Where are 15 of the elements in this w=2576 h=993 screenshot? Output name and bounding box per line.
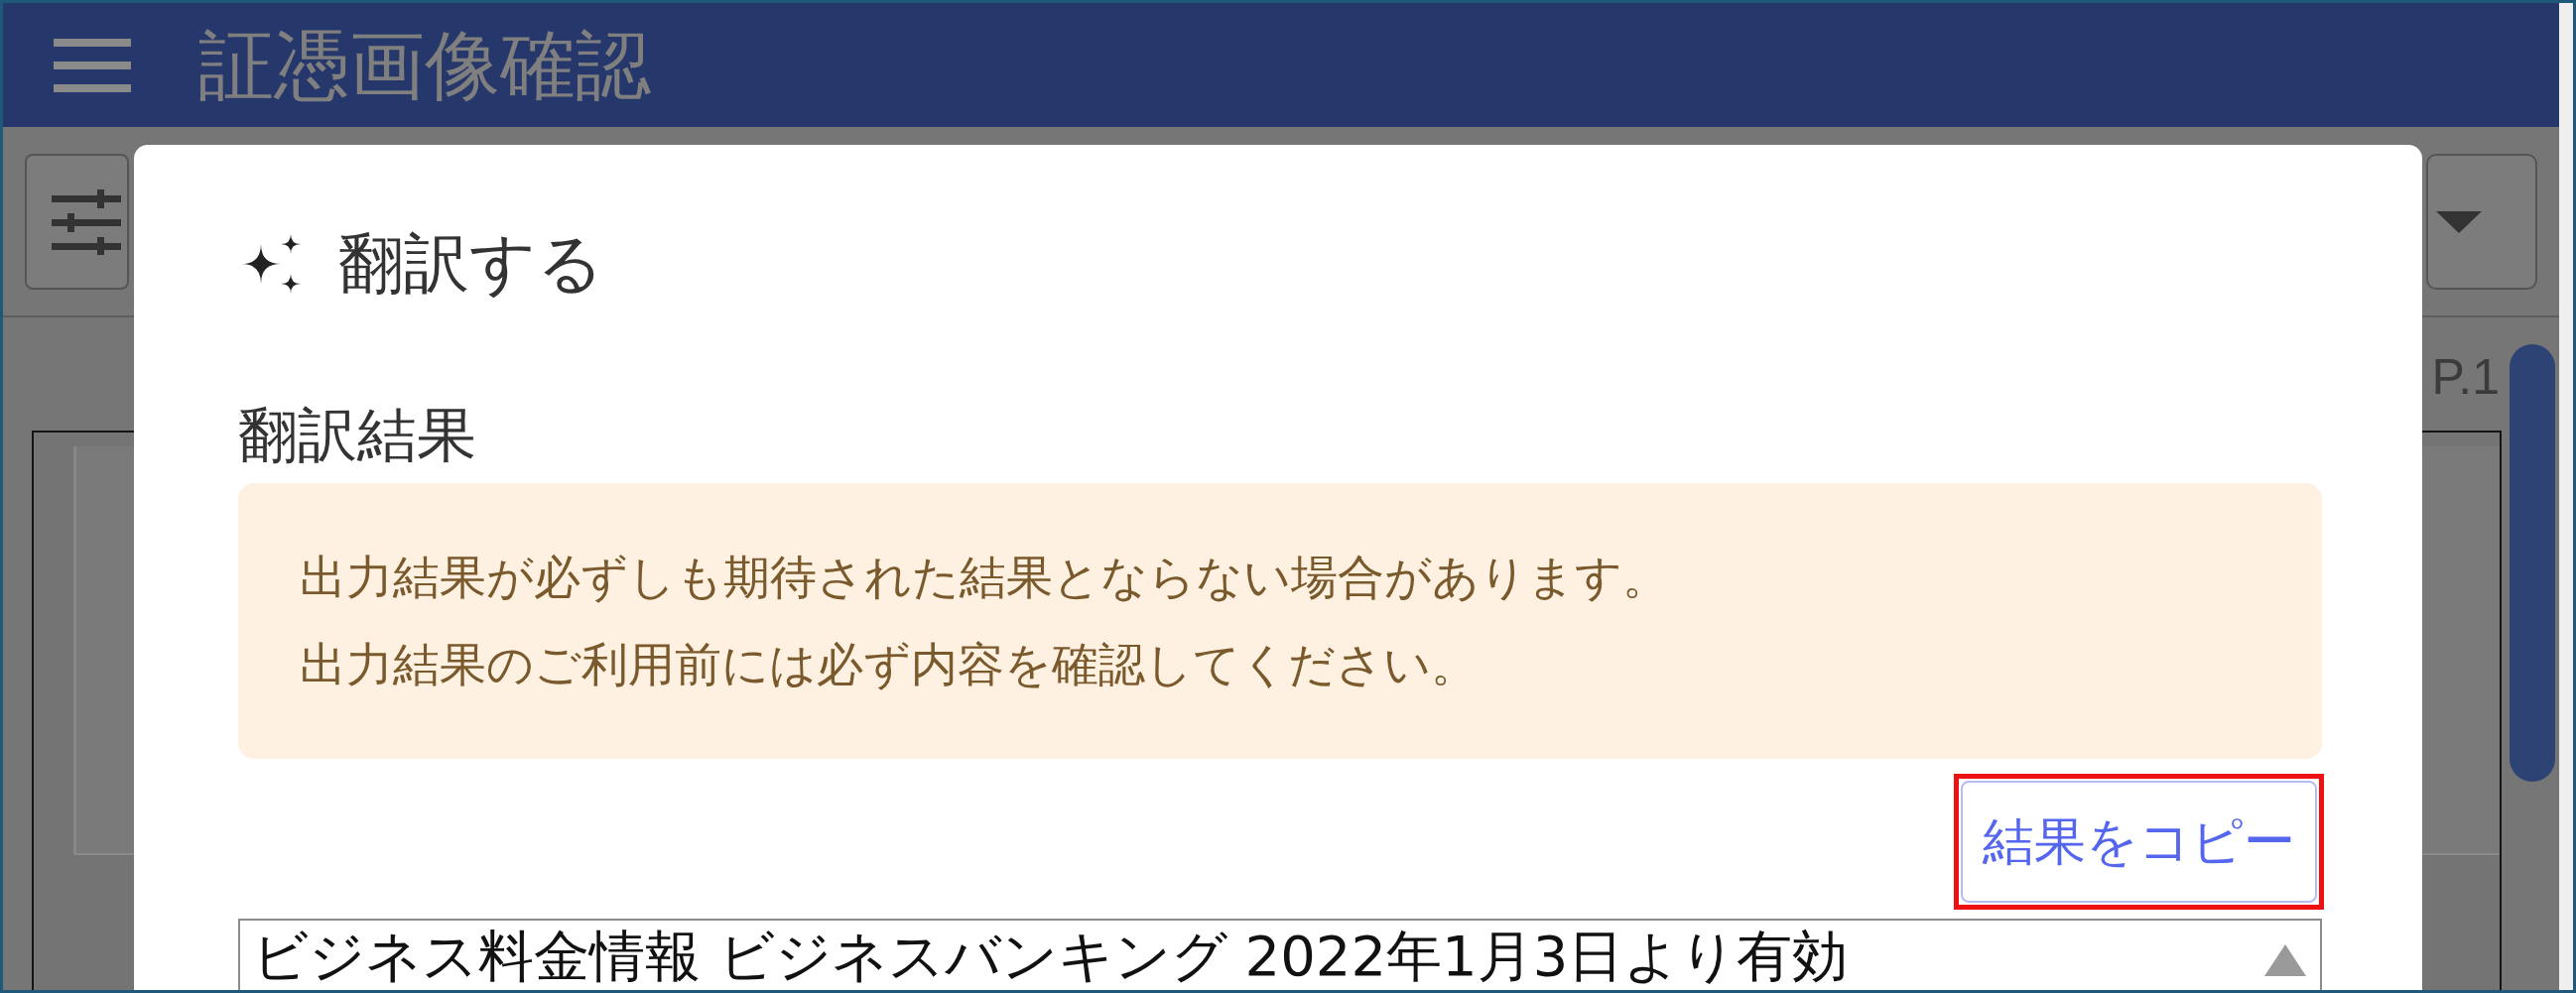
page-number: P.1	[2431, 348, 2500, 407]
copy-result-button[interactable]: 結果をコピー	[1961, 781, 2317, 903]
dropdown-field[interactable]	[2426, 154, 2537, 290]
caret-icon	[2436, 210, 2482, 233]
menu-icon[interactable]	[54, 38, 131, 92]
notice-text: 出力結果のご利用前には必ず内容を確認してください。	[300, 636, 1478, 693]
translation-result-field[interactable]: ビジネス料金情報 ビジネスバンキング 2022年1月3日より有効	[238, 919, 2322, 990]
page-title: 証憑画像確認	[198, 27, 651, 103]
dialog-title: 翻訳する	[338, 231, 604, 297]
scrollbar-thumb[interactable]	[2510, 344, 2555, 782]
sliders-icon	[52, 188, 121, 255]
notice-text: 出力結果が必ずしも期待された結果とならない場合があります。	[300, 549, 1669, 606]
section-label: 翻訳結果	[238, 399, 476, 471]
scroll-up-icon[interactable]	[2264, 944, 2306, 976]
filter-button[interactable]	[25, 154, 129, 290]
